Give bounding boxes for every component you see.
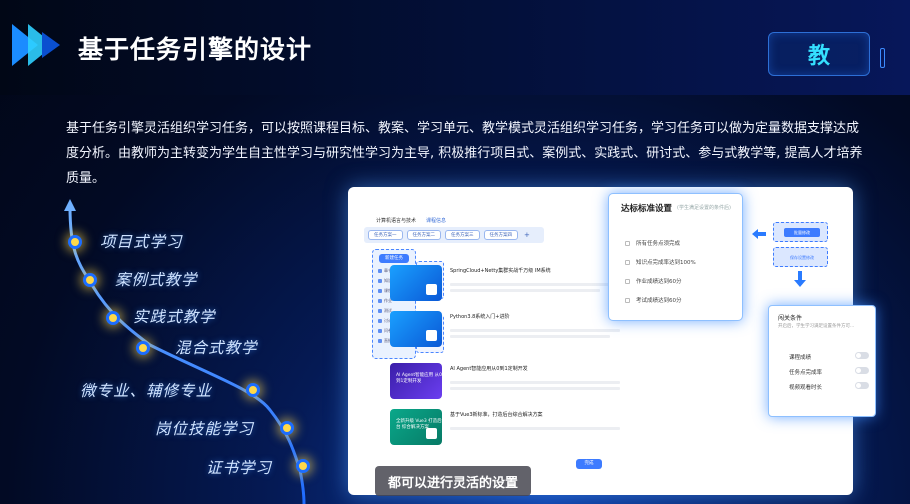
learning-mode-label: 证书学习	[206, 459, 273, 477]
card-title: SpringCloud+Netty集群实战千万级 IM系统	[450, 268, 551, 274]
finish-button[interactable]: 完成	[576, 459, 602, 469]
card-thumbnail: AI Agent智能应用 从0到1定制开发	[390, 363, 442, 399]
learning-mode-label: 微专业、辅修专业	[80, 382, 213, 400]
page-title: 基于任务引擎的设计	[78, 35, 313, 64]
intro-paragraph: 基于任务引擎灵活组织学习任务，可以按照课程目标、教案、学习单元、教学模式灵活组织…	[66, 121, 863, 186]
card-title: 基于Vue3新标准，打造后台综合解决方案	[450, 412, 543, 418]
discuss-icon	[378, 318, 382, 323]
knowledge-icon	[378, 278, 382, 283]
task-card[interactable]: SpringCloud+Netty集群实战千万级 IM系统	[390, 265, 630, 309]
condition-row: 任务点完成率	[789, 367, 869, 376]
learning-mode-label: 案例式教学	[115, 271, 198, 289]
chapter-icon	[378, 268, 382, 273]
checkbox-icon[interactable]	[625, 278, 630, 284]
path-node-icon	[280, 421, 294, 435]
card-thumbnail: 全新升级 Vue3 打造后台 综合解决方案	[390, 409, 442, 445]
course-title: 计算机语言与技术	[376, 218, 417, 224]
standard-option[interactable]: 考试成绩达到60分	[625, 296, 682, 304]
tab-plan-2[interactable]: 任务方案二	[406, 230, 441, 240]
new-task-button[interactable]: 新建任务	[379, 254, 409, 263]
card-thumbnail	[390, 265, 442, 301]
condition-row: 课程成绩	[789, 352, 869, 361]
survey-icon	[378, 328, 382, 333]
course-info-link[interactable]: 课程信息	[426, 217, 446, 224]
task-card[interactable]: 全新升级 Vue3 打造后台 综合解决方案 基于Vue3新标准，打造后台综合解决…	[390, 409, 630, 453]
test-icon	[378, 308, 382, 313]
standard-option[interactable]: 知识点完成率达到100%	[625, 258, 696, 266]
caption-banner: 都可以进行灵活的设置	[375, 466, 531, 496]
learning-mode-label: 项目式学习	[100, 233, 183, 251]
batch-edit-button[interactable]: 批量修改	[784, 228, 820, 237]
checkbox-icon[interactable]	[625, 259, 630, 265]
standard-option[interactable]: 作业成绩达到60分	[625, 277, 682, 285]
arrow-left-icon	[752, 229, 766, 239]
task-card[interactable]: Python3.8系统入门+进阶	[390, 311, 630, 355]
task-card[interactable]: AI Agent智能应用 从0到1定制开发 AI Agent智能应用从0到1定制…	[390, 363, 630, 407]
path-node-icon	[136, 341, 150, 355]
add-tab-icon[interactable]: +	[524, 231, 530, 239]
resource-icon	[378, 288, 382, 293]
corner-decoration	[880, 48, 885, 68]
conditions-popup: 闯关条件 开启后，学生学习满足设置条件方可... 课程成绩 任务点完成率 视频观…	[768, 305, 876, 417]
standard-option[interactable]: 所有任务点须完成	[625, 239, 680, 247]
tool-box-primary: 批量修改	[773, 222, 828, 242]
task-plan-tabs: 任务方案一 任务方案二 任务方案三 任务方案四 +	[364, 227, 544, 243]
popup-title: 达标标准设置	[621, 204, 673, 214]
tab-plan-1[interactable]: 任务方案一	[368, 230, 403, 240]
tab-plan-3[interactable]: 任务方案三	[445, 230, 480, 240]
arrow-down-icon	[794, 271, 806, 287]
card-title: AI Agent智能应用从0到1定制开发	[450, 366, 528, 372]
path-node-icon	[296, 459, 310, 473]
popup-subtitle: (学生满足设置的条件后)	[677, 205, 731, 211]
standard-settings-popup: 达标标准设置 (学生满足设置的条件后) 所有任务点须完成 知识点完成率达到100…	[608, 193, 743, 321]
task-icon	[426, 330, 437, 341]
toggle-switch[interactable]	[855, 367, 869, 374]
save-settings-button[interactable]: 保存设置修改	[784, 253, 820, 262]
teach-badge: 教	[768, 32, 870, 76]
card-thumbnail	[390, 311, 442, 347]
path-node-icon	[68, 235, 82, 249]
task-icon	[426, 284, 437, 295]
play-logo-icon	[12, 24, 60, 66]
toggle-switch[interactable]	[855, 382, 869, 389]
task-icon	[426, 428, 437, 439]
checkbox-icon[interactable]	[625, 297, 630, 303]
tab-plan-4[interactable]: 任务方案四	[483, 230, 518, 240]
conditions-title: 闯关条件	[778, 315, 803, 322]
checkbox-icon[interactable]	[625, 240, 630, 246]
homework-icon	[378, 298, 382, 303]
learning-mode-label: 岗位技能学习	[155, 420, 255, 438]
condition-row: 视频观看时长	[789, 382, 869, 391]
live-icon	[378, 338, 382, 343]
path-node-icon	[83, 273, 97, 287]
learning-mode-label: 实践式教学	[133, 308, 216, 326]
card-title: Python3.8系统入门+进阶	[450, 314, 510, 320]
conditions-subtitle: 开启后，学生学习满足设置条件方可...	[778, 324, 855, 329]
tool-box-secondary: 保存设置修改	[773, 247, 828, 267]
toggle-switch[interactable]	[855, 352, 869, 359]
path-node-icon	[246, 383, 260, 397]
path-node-icon	[106, 311, 120, 325]
learning-mode-label: 混合式教学	[175, 339, 258, 357]
